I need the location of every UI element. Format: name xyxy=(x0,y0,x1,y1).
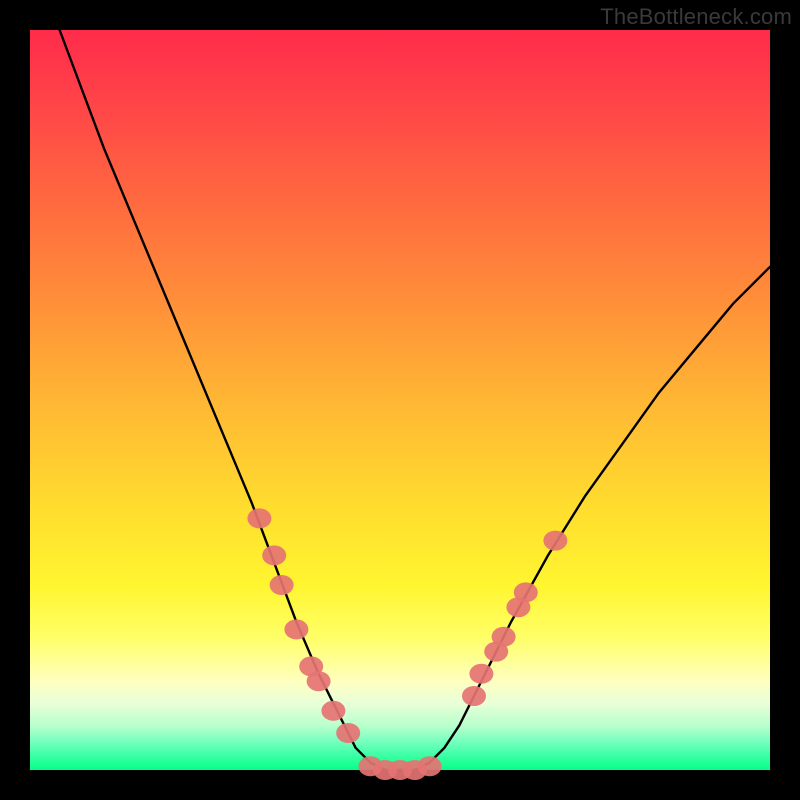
marker-dot xyxy=(492,627,516,647)
chart-frame: TheBottleneck.com xyxy=(0,0,800,800)
marker-dot xyxy=(543,531,567,551)
bottleneck-curve xyxy=(60,30,770,770)
marker-dot xyxy=(262,545,286,565)
marker-dot xyxy=(514,582,538,602)
marker-dot xyxy=(462,686,486,706)
marker-dot xyxy=(307,671,331,691)
marker-dot xyxy=(270,575,294,595)
marker-dot xyxy=(284,619,308,639)
marker-dot xyxy=(247,508,271,528)
curve-svg xyxy=(30,30,770,770)
watermark-text: TheBottleneck.com xyxy=(600,4,792,30)
highlight-markers xyxy=(247,508,567,780)
plot-area xyxy=(30,30,770,770)
marker-dot xyxy=(321,701,345,721)
marker-dot xyxy=(336,723,360,743)
marker-dot xyxy=(418,756,442,776)
marker-dot xyxy=(469,664,493,684)
